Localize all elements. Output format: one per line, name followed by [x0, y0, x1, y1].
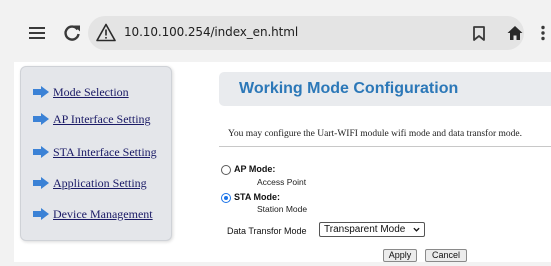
- sidebar-item-ap-interface[interactable]: AP Interface Setting: [33, 110, 151, 128]
- reload-icon[interactable]: [60, 20, 84, 46]
- ap-mode-option[interactable]: AP Mode:: [221, 164, 275, 175]
- transfer-mode-label: Data Transfor Mode: [227, 226, 307, 236]
- chevron-down-icon: [413, 227, 420, 232]
- address-bar[interactable]: 10.10.100.254/index_en.html: [88, 16, 524, 50]
- ap-mode-radio[interactable]: [221, 165, 231, 175]
- arrow-right-icon: [33, 208, 49, 220]
- menu-icon[interactable]: [26, 20, 48, 46]
- sidebar-item-device-management[interactable]: Device Management: [33, 205, 153, 223]
- sta-mode-radio[interactable]: [221, 193, 231, 203]
- ap-mode-label: AP Mode:: [234, 164, 276, 174]
- sidebar-item-label[interactable]: Application Setting: [53, 176, 147, 191]
- transfer-mode-select[interactable]: Transparent Mode: [319, 222, 425, 237]
- divider: [219, 146, 551, 147]
- page-title: Working Mode Configuration: [239, 80, 459, 97]
- sta-mode-label: STA Mode:: [234, 192, 280, 202]
- sta-mode-option[interactable]: STA Mode:: [221, 192, 280, 203]
- arrow-right-icon: [33, 177, 49, 189]
- browser-toolbar: 10.10.100.254/index_en.html: [0, 0, 551, 62]
- ap-mode-sublabel: Access Point: [257, 177, 307, 187]
- arrow-right-icon: [33, 113, 49, 125]
- more-icon[interactable]: [538, 20, 548, 46]
- arrow-right-icon: [33, 146, 49, 158]
- sidebar-item-mode-selection[interactable]: Mode Selection: [33, 83, 129, 101]
- arrow-right-icon: [33, 86, 49, 98]
- sidebar-item-label[interactable]: Device Management: [53, 207, 153, 222]
- sidebar-item-label[interactable]: AP Interface Setting: [53, 112, 151, 127]
- description-text: You may configure the Uart-WIFI module w…: [228, 129, 522, 139]
- web-page: Mode Selection AP Interface Setting STA …: [14, 62, 551, 262]
- bookmark-icon[interactable]: [470, 20, 488, 46]
- warning-icon[interactable]: [96, 23, 118, 43]
- sta-mode-sublabel: Station Mode: [257, 204, 308, 214]
- main-panel: Working Mode Configuration You may confi…: [219, 62, 551, 262]
- sidebar-item-application-setting[interactable]: Application Setting: [33, 174, 147, 192]
- sidebar-item-label[interactable]: STA Interface Setting: [53, 145, 157, 160]
- title-box: Working Mode Configuration: [219, 72, 551, 106]
- home-icon[interactable]: [505, 20, 525, 46]
- sidebar-item-label[interactable]: Mode Selection: [53, 85, 129, 100]
- sidebar-item-sta-interface[interactable]: STA Interface Setting: [33, 143, 157, 161]
- sidebar: Mode Selection AP Interface Setting STA …: [20, 66, 172, 241]
- transfer-mode-value: Transparent Mode: [324, 224, 406, 235]
- apply-button[interactable]: Apply: [383, 249, 417, 262]
- url-text[interactable]: 10.10.100.254/index_en.html: [124, 25, 298, 39]
- cancel-button[interactable]: Cancel: [425, 249, 467, 262]
